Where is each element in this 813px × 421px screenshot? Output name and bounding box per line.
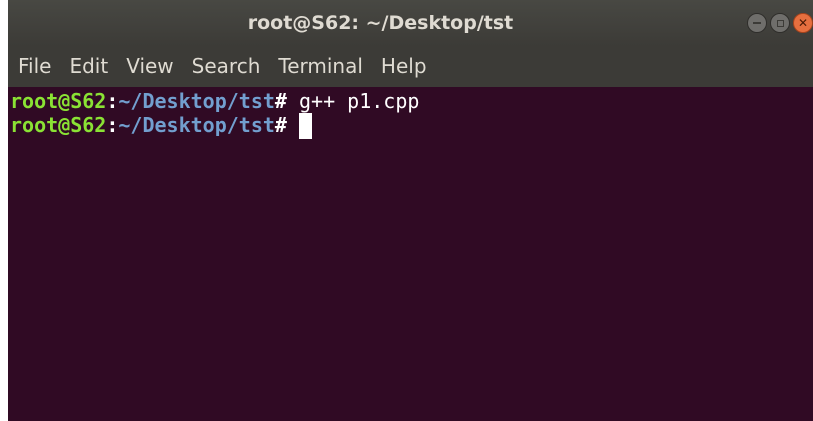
prompt-separator: : (106, 113, 119, 137)
menu-view[interactable]: View (118, 46, 183, 87)
prompt-path: ~/Desktop/tst (118, 89, 275, 113)
maximize-button[interactable] (770, 13, 790, 33)
command-text: g++ p1.cpp (286, 89, 420, 113)
menu-edit[interactable]: Edit (61, 46, 118, 87)
terminal-line: root@S62:~/Desktop/tst# (8, 113, 813, 139)
minimize-icon (753, 22, 761, 24)
prompt-user: root@S62 (10, 113, 107, 137)
menu-help[interactable]: Help (373, 46, 437, 87)
text-cursor (298, 113, 312, 139)
menu-terminal[interactable]: Terminal (270, 46, 373, 87)
prompt-user: root@S62 (10, 89, 107, 113)
maximize-icon (776, 19, 784, 27)
prompt-separator: : (106, 89, 119, 113)
title-bar[interactable]: root@S62: ~/Desktop/tst ✕ (8, 0, 813, 46)
terminal-output[interactable]: root@S62:~/Desktop/tst# g++ p1.cpp root@… (8, 87, 813, 421)
terminal-line: root@S62:~/Desktop/tst# g++ p1.cpp (8, 89, 813, 113)
close-icon: ✕ (797, 16, 809, 30)
close-button[interactable]: ✕ (793, 13, 813, 33)
minimize-button[interactable] (747, 13, 767, 33)
window-controls: ✕ (747, 13, 813, 33)
terminal-window: root@S62: ~/Desktop/tst ✕ File Edit View… (8, 0, 813, 421)
menu-file[interactable]: File (10, 46, 61, 87)
menu-search[interactable]: Search (184, 46, 271, 87)
menu-bar: File Edit View Search Terminal Help (8, 46, 813, 87)
prompt-symbol: # (274, 89, 287, 113)
window-title: root@S62: ~/Desktop/tst (247, 12, 514, 34)
prompt-path: ~/Desktop/tst (118, 113, 275, 137)
prompt-symbol: # (274, 113, 287, 137)
